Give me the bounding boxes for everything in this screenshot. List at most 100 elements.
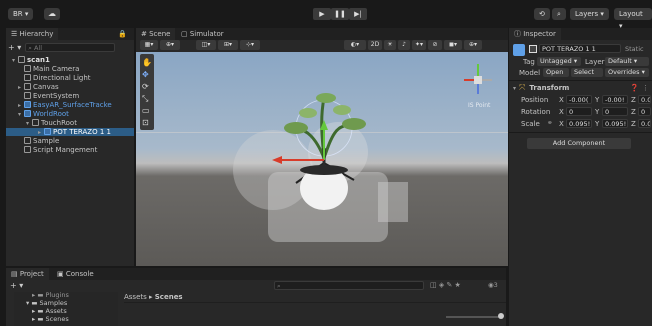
hierarchy-item-sample[interactable]: Sample bbox=[24, 137, 59, 145]
hierarchy-item-script-mangement[interactable]: Script Mangement bbox=[24, 146, 97, 154]
zoom-slider[interactable] bbox=[446, 316, 502, 318]
lighting-icon[interactable]: ☀ bbox=[384, 40, 396, 50]
gameobject-icon bbox=[24, 74, 31, 81]
menu-icon[interactable]: ⋮ bbox=[642, 84, 649, 92]
hierarchy-item-worldroot[interactable]: ▾ WorldRoot bbox=[18, 110, 69, 118]
hidden-icon[interactable]: ⊘ bbox=[428, 40, 442, 50]
overrides-dropdown[interactable]: Overrides ▾ bbox=[605, 68, 649, 77]
hierarchy-item-eventsystem[interactable]: EventSystem bbox=[24, 92, 79, 100]
open-button[interactable]: Open bbox=[543, 68, 569, 77]
pause-button[interactable]: ❚❚ bbox=[331, 8, 349, 20]
breadcrumb-current[interactable]: Scenes bbox=[155, 293, 183, 301]
project-search-input[interactable]: ⌕ bbox=[274, 281, 424, 290]
tag-value: Untagged bbox=[540, 57, 572, 65]
folder-item-scenes[interactable]: ▸ ▬ Scenes bbox=[32, 315, 69, 323]
scale-y-field[interactable]: 0.095! bbox=[602, 119, 628, 128]
hierarchy-item-pot-terazo[interactable]: ▸ POT TERAZO 1 1 bbox=[6, 128, 134, 136]
orientation-gizmo[interactable] bbox=[456, 60, 500, 100]
scale-x-field[interactable]: 0.095! bbox=[566, 119, 592, 128]
perspective-label[interactable]: IS Point bbox=[468, 102, 490, 109]
step-button[interactable]: ▶| bbox=[349, 8, 367, 20]
tab-hierarchy[interactable]: ☰ Hierarchy bbox=[6, 28, 59, 40]
rotation-x-field[interactable]: 0 bbox=[566, 107, 592, 116]
layers-dropdown[interactable]: Layers ▾ bbox=[570, 8, 609, 20]
rot-z-value: 0 bbox=[641, 108, 646, 116]
shading-dropdown[interactable]: ◐▾ bbox=[344, 40, 366, 50]
grid-dropdown[interactable]: ⊹▾ bbox=[240, 40, 260, 50]
lock-icon[interactable]: 🔒 bbox=[118, 30, 127, 38]
scale-z-field[interactable]: 0.0 bbox=[638, 119, 651, 128]
add-icon[interactable]: + ▾ bbox=[8, 43, 21, 52]
camera-settings-icon[interactable]: ◼▾ bbox=[444, 40, 462, 50]
hierarchy-item-label: Sample bbox=[33, 137, 60, 145]
active-checkbox[interactable] bbox=[529, 45, 537, 53]
position-y-field[interactable]: -0.00! bbox=[602, 95, 628, 104]
hierarchy-item-directional-light[interactable]: Directional Light bbox=[24, 74, 91, 82]
pos-y-label: Y bbox=[595, 96, 600, 104]
hierarchy-item-main-camera[interactable]: Main Camera bbox=[24, 65, 79, 73]
help-icon[interactable]: ❓ bbox=[630, 84, 639, 92]
transform-header[interactable]: ▾ ⤧ Transform ❓ ⋮ bbox=[513, 83, 649, 93]
draw-mode-dropdown[interactable]: ▦▾ bbox=[140, 40, 158, 50]
cloud-icon[interactable]: ☁ bbox=[44, 8, 60, 20]
folder-label: Samples bbox=[39, 299, 68, 307]
project-tabbar: ▤ Project ▣ Console bbox=[6, 268, 506, 280]
create-button[interactable]: + ▾ bbox=[10, 281, 23, 290]
move-gizmo[interactable] bbox=[256, 112, 376, 192]
search-icon[interactable]: ⌕ bbox=[552, 8, 566, 20]
hierarchy-item-canvas[interactable]: ▸ Canvas bbox=[18, 83, 59, 91]
hierarchy-item-label: Directional Light bbox=[33, 74, 91, 82]
rotation-y-field[interactable]: 0 bbox=[602, 107, 628, 116]
position-z-field[interactable]: 0.0( bbox=[638, 95, 651, 104]
scene-viewport[interactable]: ✋ ✥ ⟳ ⤡ ▭ ⊡ IS Point bbox=[136, 52, 508, 266]
hierarchy-item-label: POT TERAZO 1 1 bbox=[53, 128, 111, 136]
tab-scene[interactable]: # Scene bbox=[136, 28, 176, 40]
history-icon[interactable]: ⟲ bbox=[534, 8, 550, 20]
rot-y-value: 0 bbox=[605, 108, 610, 116]
global-dropdown[interactable]: ⊞▾ bbox=[218, 40, 238, 50]
toggle-2d-button[interactable]: 2D bbox=[368, 40, 382, 50]
rotation-z-field[interactable]: 0 bbox=[638, 107, 651, 116]
rotate-tool-icon[interactable]: ⟳ bbox=[142, 82, 149, 91]
layer-dropdown[interactable]: Default ▾ bbox=[605, 57, 649, 66]
folder-item-samples[interactable]: ▾ ▬ Samples bbox=[26, 299, 67, 307]
divider bbox=[509, 80, 652, 81]
folder-item-plugins[interactable]: ▸ ▬ Plugins bbox=[32, 291, 69, 299]
pivot-dropdown[interactable]: ◫▾ bbox=[196, 40, 216, 50]
link-icon[interactable]: ⚭ bbox=[547, 119, 553, 127]
rect-tool-icon[interactable]: ▭ bbox=[142, 106, 150, 115]
zoom-slider-handle[interactable] bbox=[498, 313, 504, 319]
folder-item-assets[interactable]: ▸ ▬ Assets bbox=[32, 307, 67, 315]
layers-label: Layers bbox=[575, 10, 599, 18]
gizmo-dropdown[interactable]: ⊕▾ bbox=[160, 40, 180, 50]
tab-project[interactable]: ▤ Project bbox=[6, 268, 49, 280]
add-component-button[interactable]: Add Component bbox=[527, 138, 631, 149]
hierarchy-item-easyar[interactable]: ▸ EasyAR_SurfaceTracke bbox=[18, 101, 112, 109]
scale-label: Scale bbox=[521, 120, 540, 128]
tag-dropdown[interactable]: Untagged ▾ bbox=[537, 57, 581, 66]
hand-tool-icon[interactable]: ✋ bbox=[142, 58, 152, 67]
filter-icons[interactable]: ◫ ◈ ✎ ★ bbox=[430, 281, 461, 289]
position-x-field[interactable]: -0.00( bbox=[566, 95, 592, 104]
breadcrumb-root[interactable]: Assets bbox=[124, 293, 147, 301]
tab-simulator[interactable]: ▢ Simulator bbox=[176, 28, 229, 40]
hierarchy-item-scan1[interactable]: ▾ scan1 bbox=[12, 56, 50, 64]
layout-dropdown[interactable]: Layout ▾ bbox=[614, 8, 652, 30]
static-checkbox[interactable]: Static bbox=[625, 45, 644, 53]
move-tool-icon[interactable]: ✥ bbox=[142, 70, 149, 79]
audio-icon[interactable]: ♪ bbox=[398, 40, 410, 50]
scale-tool-icon[interactable]: ⤡ bbox=[142, 94, 148, 104]
hierarchy-item-touchroot[interactable]: ▾ TouchRoot bbox=[26, 119, 77, 127]
gizmos-icon[interactable]: ⊕▾ bbox=[464, 40, 482, 50]
play-button[interactable]: ▶ bbox=[313, 8, 331, 20]
account-dropdown[interactable]: BR ▾ bbox=[8, 8, 34, 20]
transform-tool-icon[interactable]: ⊡ bbox=[142, 118, 149, 127]
tab-inspector[interactable]: ⓘ Inspector bbox=[509, 28, 561, 40]
object-name-field[interactable]: POT TERAZO 1 1 bbox=[539, 44, 621, 53]
effects-icon[interactable]: ✦▾ bbox=[412, 40, 426, 50]
hierarchy-search-input[interactable]: ⌕ All bbox=[25, 42, 116, 52]
hierarchy-panel: ☰ Hierarchy 🔒 + ▾ ⌕ All ▾ scan1 Main Came… bbox=[6, 28, 134, 266]
tab-console[interactable]: ▣ Console bbox=[52, 268, 99, 280]
layer-label: Layer bbox=[585, 58, 605, 66]
select-button[interactable]: Select bbox=[571, 68, 603, 77]
